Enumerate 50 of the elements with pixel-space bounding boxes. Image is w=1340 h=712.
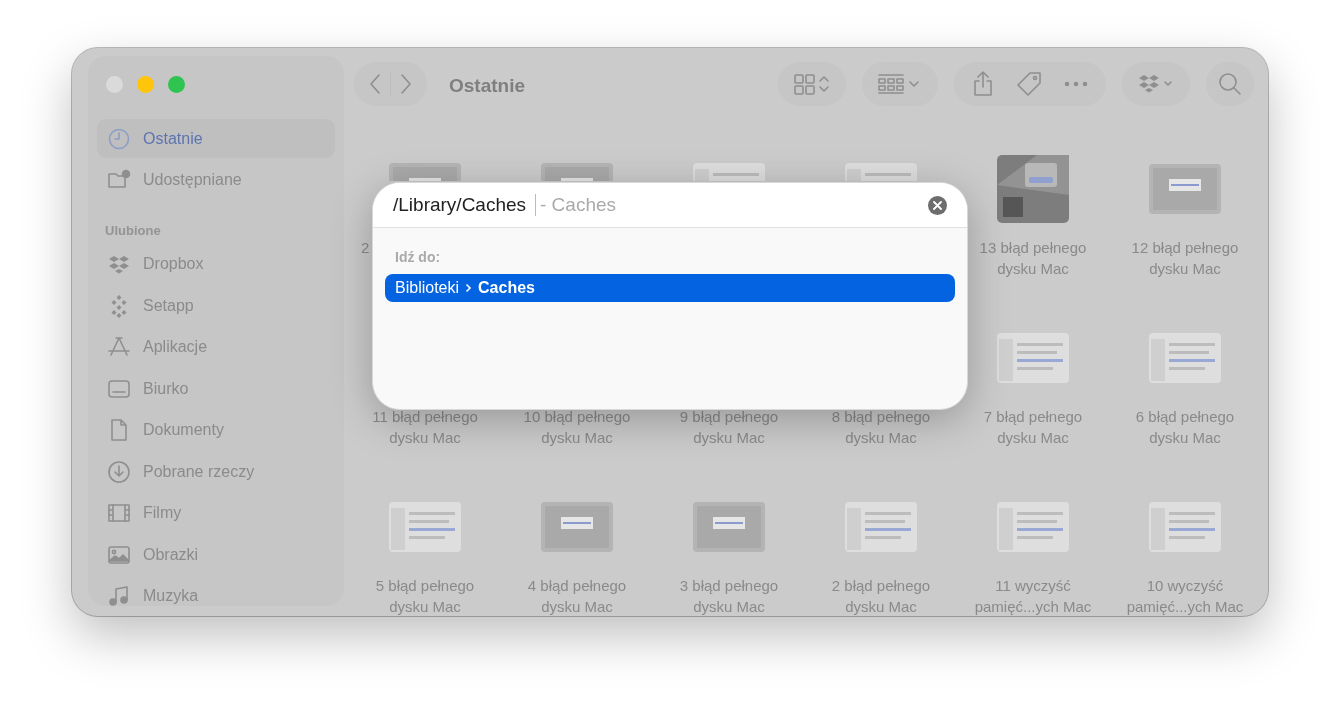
file-name: 3 błąd pełnego dysku Mac: [679, 576, 779, 616]
file-name: 2: [360, 238, 370, 258]
film-icon: [107, 501, 131, 525]
sidebar-item[interactable]: Setapp: [97, 286, 335, 325]
sidebar-item[interactable]: Dokumenty: [97, 410, 335, 450]
group-icon: [878, 74, 922, 94]
sidebar-item[interactable]: Pobrane rzeczy: [97, 452, 335, 491]
more-icon: [1064, 81, 1088, 87]
path-field[interactable]: /Library/Caches: [393, 190, 533, 220]
file-name: 10 wyczyść pamięć...ych Mac: [1126, 576, 1244, 616]
zoom-button[interactable]: [168, 76, 185, 93]
sidebar-item[interactable]: Dropbox: [97, 244, 335, 284]
file-name: 4 błąd pełnego dysku Mac: [527, 576, 627, 616]
sidebar-item[interactable]: Udostępniane: [97, 160, 335, 200]
file-name: 6 błąd pełnego dysku Mac: [1135, 407, 1235, 448]
app-store-icon: [107, 335, 131, 359]
sidebar-item[interactable]: Ostatnie: [97, 119, 335, 158]
chevron-icon: [465, 283, 473, 293]
window-title: Ostatnie: [449, 74, 527, 98]
download-icon: [107, 459, 131, 484]
file-name: 11 wyczyść pamięć...ych Mac: [974, 576, 1092, 616]
file-name: 9 błąd pełnego dysku Mac: [679, 407, 779, 448]
minimize-button[interactable]: [137, 76, 154, 93]
file-name: 5 błąd pełnego dysku Mac: [375, 576, 475, 616]
share-icon: [972, 71, 994, 97]
view-mode-icon: [794, 73, 830, 95]
sidebar-item[interactable]: Muzyka: [97, 576, 335, 616]
clock-icon: [107, 126, 131, 151]
box-cluster-icon: [1138, 73, 1174, 95]
sidebar-item[interactable]: Biurko: [97, 369, 335, 408]
back-icon: [368, 73, 382, 95]
autocomplete-hint: - Caches: [540, 192, 618, 217]
section-label: Idź do:: [394, 248, 442, 267]
search-icon: [1218, 72, 1242, 96]
music-note-icon: [107, 584, 131, 608]
forward-icon: [399, 73, 413, 95]
close-icon: [933, 200, 942, 210]
file-name: 8 błąd pełnego dysku Mac: [831, 407, 931, 448]
file-name: 2 błąd pełnego dysku Mac: [831, 576, 931, 616]
file-name: 7 błąd pełnego dysku Mac: [983, 407, 1083, 448]
sidebar-item[interactable]: Aplikacje: [97, 327, 335, 367]
file-name: 12 błąd pełnego dysku Mac: [1131, 238, 1239, 279]
tag-icon: [1016, 71, 1042, 97]
clear-button[interactable]: [928, 195, 947, 215]
sidebar-item[interactable]: Obrazki: [97, 535, 335, 574]
file-name: 11 błąd pełnego dysku Mac: [372, 407, 478, 448]
sidebar-item[interactable]: Filmy: [97, 493, 335, 533]
file-name: 13 błąd pełnego dysku Mac: [979, 238, 1087, 279]
result-item[interactable]: Biblioteki Caches: [385, 274, 955, 302]
file-name: 10 błąd pełnego dysku Mac: [523, 407, 631, 448]
